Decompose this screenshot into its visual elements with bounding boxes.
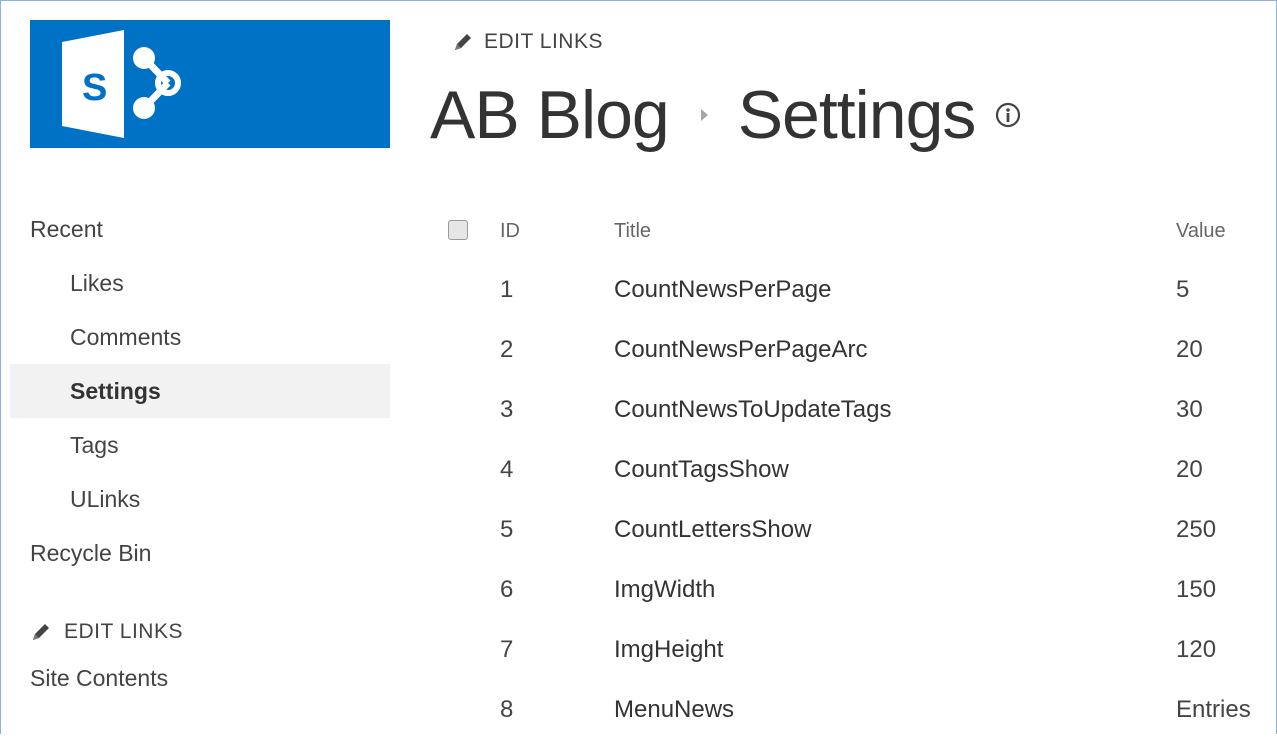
cell-id: 3 <box>500 396 514 423</box>
cell-value: 20 <box>1176 336 1203 363</box>
cell-id: 2 <box>500 336 514 363</box>
cell-title[interactable]: MenuNews <box>614 696 734 724</box>
cell-value: 120 <box>1176 636 1217 663</box>
table-row[interactable]: 8 MenuNews Entries <box>440 682 1275 742</box>
cell-id: 4 <box>500 456 514 483</box>
edit-links-nav[interactable]: EDIT LINKS <box>30 620 183 644</box>
table-row[interactable]: 7 ImgHeight 120 <box>440 622 1275 682</box>
sharepoint-logo-icon: S <box>62 30 181 138</box>
table-row[interactable]: 5 CountLettersShow 250 <box>440 502 1275 562</box>
site-title-link[interactable]: AB Blog <box>430 76 670 154</box>
nav-item-ulinks[interactable]: ULinks <box>10 472 390 526</box>
breadcrumb: AB Blog Settings <box>430 70 1021 160</box>
cell-id: 8 <box>500 696 514 723</box>
site-contents-link[interactable]: Site Contents <box>30 665 168 692</box>
edit-links-top[interactable]: EDIT LINKS <box>452 30 603 54</box>
column-header-title[interactable]: Title <box>614 220 651 243</box>
edit-links-label: EDIT LINKS <box>64 620 183 643</box>
column-header-id[interactable]: ID <box>500 220 520 243</box>
settings-list: ID Title Value 1 CountNewsPerPage 5 2 Co… <box>440 202 1275 742</box>
cell-id: 1 <box>500 276 514 303</box>
list-header: ID Title Value <box>440 202 1275 262</box>
cell-title[interactable]: CountTagsShow <box>614 456 789 484</box>
edit-links-label: EDIT LINKS <box>484 30 603 53</box>
nav-item-likes[interactable]: Likes <box>10 256 390 310</box>
cell-value: 30 <box>1176 396 1203 423</box>
nav-item-recycle-bin[interactable]: Recycle Bin <box>10 526 390 580</box>
chevron-right-icon <box>700 109 708 121</box>
cell-value: 250 <box>1176 516 1217 543</box>
table-row[interactable]: 1 CountNewsPerPage 5 <box>440 262 1275 322</box>
cell-id: 7 <box>500 636 514 663</box>
table-row[interactable]: 6 ImgWidth 150 <box>440 562 1275 622</box>
page-title: Settings <box>737 77 977 153</box>
cell-title[interactable]: CountLettersShow <box>614 516 811 544</box>
cell-value: 150 <box>1176 576 1217 603</box>
cell-title[interactable]: ImgHeight <box>614 636 723 664</box>
svg-text:S: S <box>82 67 107 109</box>
quick-launch-nav: Recent Likes Comments Settings Tags ULin… <box>10 202 390 580</box>
sharepoint-logo[interactable]: S <box>30 20 390 148</box>
cell-id: 5 <box>500 516 514 543</box>
select-all-checkbox[interactable] <box>448 220 468 240</box>
pencil-icon <box>33 624 49 640</box>
cell-title[interactable]: ImgWidth <box>614 576 715 604</box>
pencil-icon <box>455 34 471 50</box>
cell-value: 20 <box>1176 456 1203 483</box>
cell-value: Entries <box>1176 696 1251 723</box>
table-row[interactable]: 2 CountNewsPerPageArc 20 <box>440 322 1275 382</box>
nav-item-tags[interactable]: Tags <box>10 418 390 472</box>
nav-item-recent[interactable]: Recent <box>10 202 390 256</box>
table-row[interactable]: 4 CountTagsShow 20 <box>440 442 1275 502</box>
cell-title[interactable]: CountNewsPerPageArc <box>614 336 867 364</box>
table-row[interactable]: 3 CountNewsToUpdateTags 30 <box>440 382 1275 442</box>
column-header-value[interactable]: Value <box>1176 220 1226 243</box>
nav-item-settings[interactable]: Settings <box>10 364 390 418</box>
cell-title[interactable]: CountNewsToUpdateTags <box>614 396 892 424</box>
info-icon[interactable] <box>995 102 1021 128</box>
cell-title[interactable]: CountNewsPerPage <box>614 276 831 304</box>
cell-value: 5 <box>1176 276 1190 303</box>
nav-item-comments[interactable]: Comments <box>10 310 390 364</box>
cell-id: 6 <box>500 576 514 603</box>
